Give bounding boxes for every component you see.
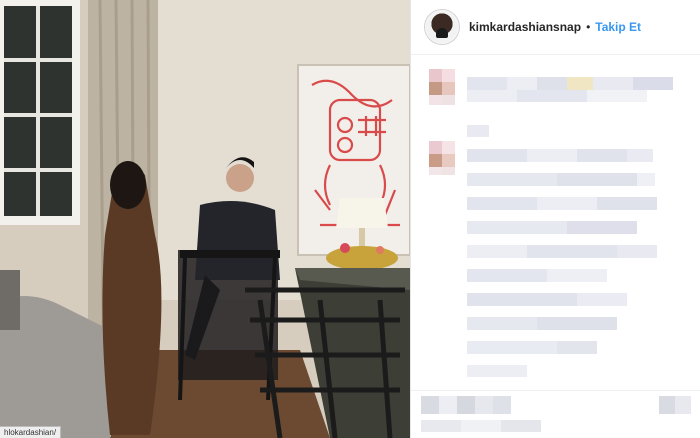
separator-dot: • — [586, 20, 591, 34]
blurred-avatar-icon-2 — [429, 141, 455, 175]
post-photo[interactable]: hlokardashian/ — [0, 0, 410, 438]
image-source-url: hlokardashian/ — [0, 426, 62, 438]
username-link[interactable]: kimkardashiansnap — [469, 20, 581, 34]
post-header: kimkardashiansnap • Takip Et — [411, 0, 700, 55]
follow-button[interactable]: Takip Et — [595, 20, 641, 34]
post-side-panel: kimkardashiansnap • Takip Et — [410, 0, 700, 438]
photo-scene — [0, 0, 410, 438]
profile-avatar-icon[interactable] — [425, 10, 459, 44]
blurred-avatar-icon — [429, 69, 455, 105]
pixelated-actions — [411, 390, 700, 432]
pixelated-comments — [429, 69, 673, 377]
